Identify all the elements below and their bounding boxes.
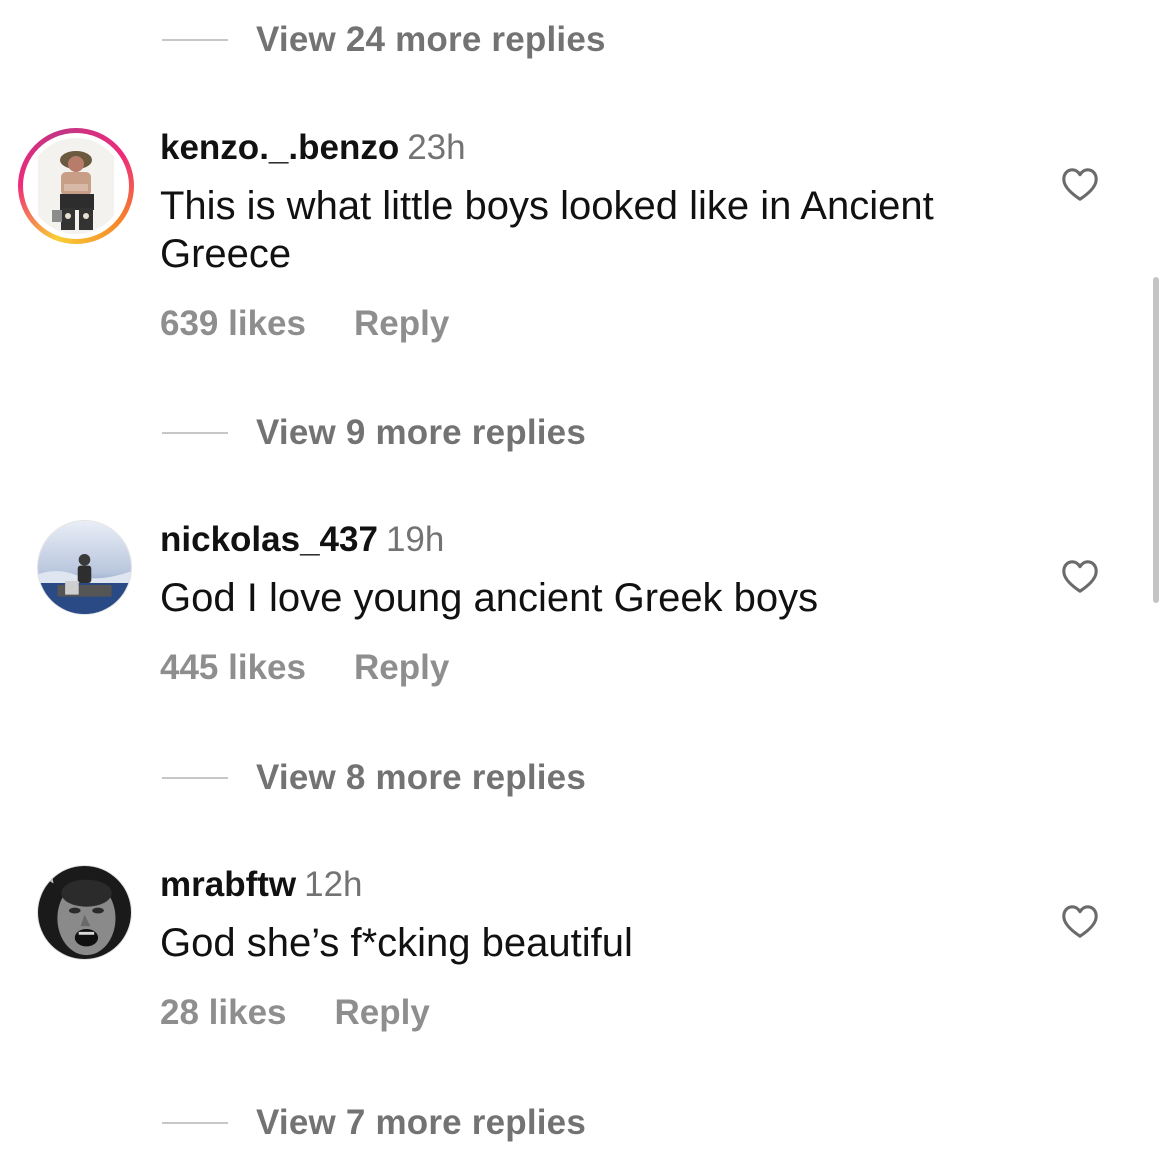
heart-outline-icon[interactable] bbox=[1060, 903, 1100, 939]
story-ring bbox=[18, 128, 134, 244]
username-link[interactable]: nickolas_437 bbox=[160, 520, 378, 559]
thread-line bbox=[162, 1122, 228, 1124]
reply-button[interactable]: Reply bbox=[354, 304, 449, 344]
view-more-replies-label: View 7 more replies bbox=[256, 1103, 586, 1142]
likes-count[interactable]: 28 likes bbox=[160, 993, 287, 1033]
view-more-replies-label: View 9 more replies bbox=[256, 413, 586, 452]
comment-actions: 445 likes Reply bbox=[160, 648, 449, 688]
reply-button[interactable]: Reply bbox=[354, 648, 449, 688]
view-more-replies-top[interactable]: View 24 more replies bbox=[162, 18, 606, 62]
heart-outline-icon[interactable] bbox=[1060, 558, 1100, 594]
comment-text: God I love young ancient Greek boys bbox=[160, 576, 819, 620]
avatar[interactable] bbox=[37, 520, 132, 615]
comment-text: This is what little boys looked like in … bbox=[160, 184, 934, 276]
avatar[interactable] bbox=[37, 865, 132, 960]
timestamp: 19h bbox=[385, 520, 445, 559]
scrollbar[interactable] bbox=[1153, 277, 1159, 603]
thread-line bbox=[162, 777, 228, 779]
avatar-image bbox=[38, 866, 131, 959]
view-more-replies[interactable]: View 9 more replies bbox=[162, 411, 586, 455]
timestamp: 12h bbox=[304, 865, 363, 904]
likes-count[interactable]: 639 likes bbox=[160, 304, 306, 344]
view-more-replies-label: View 24 more replies bbox=[256, 20, 606, 59]
heart-outline-icon[interactable] bbox=[1060, 166, 1100, 202]
avatar-image bbox=[28, 138, 124, 234]
avatar[interactable] bbox=[18, 128, 134, 244]
comment-meta: nickolas_437 19h bbox=[160, 520, 444, 560]
comment-actions: 639 likes Reply bbox=[160, 304, 449, 344]
comment-meta: kenzo._.benzo 23h bbox=[160, 128, 466, 168]
username-link[interactable]: mrabftw bbox=[160, 865, 296, 904]
view-more-replies[interactable]: View 7 more replies bbox=[162, 1101, 586, 1145]
view-more-replies-label: View 8 more replies bbox=[256, 758, 586, 797]
comment-actions: 28 likes Reply bbox=[160, 993, 430, 1033]
username-link[interactable]: kenzo._.benzo bbox=[160, 128, 399, 167]
reply-button[interactable]: Reply bbox=[335, 993, 430, 1033]
comment-text: God she’s f*cking beautiful bbox=[160, 921, 633, 965]
thread-line bbox=[162, 39, 228, 41]
comment-meta: mrabftw 12h bbox=[160, 865, 363, 905]
timestamp: 23h bbox=[407, 128, 466, 167]
view-more-replies[interactable]: View 8 more replies bbox=[162, 756, 586, 800]
likes-count[interactable]: 445 likes bbox=[160, 648, 306, 688]
thread-line bbox=[162, 432, 228, 434]
avatar-image bbox=[38, 521, 131, 614]
